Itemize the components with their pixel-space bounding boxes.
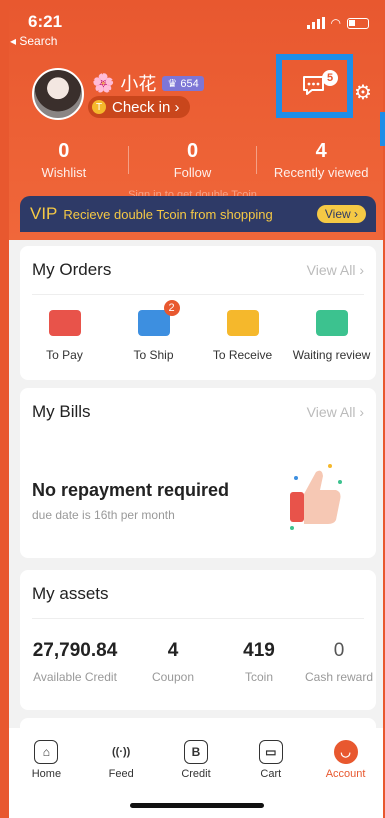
tab-home[interactable]: ⌂ Home <box>9 728 84 818</box>
assets-row: 27,790.84 Available Credit 4 Coupon 419 … <box>20 640 376 684</box>
username[interactable]: 🌸 小花 ♛ 654 <box>92 70 204 96</box>
recently-viewed-count: 4 <box>315 140 327 162</box>
waiting-review-item[interactable]: Waiting review <box>287 310 376 362</box>
orders-title: My Orders <box>32 260 112 279</box>
repayment-status: No repayment required <box>32 480 230 500</box>
cash-reward-item[interactable]: 0 Cash reward <box>302 640 376 684</box>
back-to-search-link[interactable]: ◂ Search <box>10 34 57 48</box>
tab-feed-label: Feed <box>108 768 134 780</box>
available-credit-item[interactable]: 27,790.84 Available Credit <box>20 640 130 684</box>
recently-viewed-label: Recently viewed <box>273 165 369 180</box>
home-indicator <box>130 803 264 808</box>
check-in-label: Check in › <box>112 98 180 116</box>
tcoin-value: 419 <box>243 640 275 661</box>
tab-home-label: Home <box>31 768 62 780</box>
vip-banner[interactable]: VIP Recieve double Tcoin from shopping V… <box>20 196 376 232</box>
check-in-button[interactable]: T Check in › <box>88 96 190 118</box>
recently-viewed-stat[interactable]: 4 Recently viewed <box>257 140 385 180</box>
feed-icon: ((·)) <box>112 746 131 758</box>
vip-tag: VIP <box>30 204 58 223</box>
wifi-icon: ◠ <box>330 16 341 30</box>
coupon-value: 4 <box>167 640 179 661</box>
follow-stat[interactable]: 0 Follow <box>129 140 257 180</box>
level-badge: ♛ 654 <box>162 75 204 91</box>
tcoin-item[interactable]: 419 Tcoin <box>216 640 302 684</box>
to-receive-label: To Receive <box>212 348 273 362</box>
battery-icon <box>347 17 369 29</box>
cart-icon: ▭ <box>258 740 283 764</box>
bills-view-all-link[interactable]: View All › <box>307 404 364 420</box>
status-time: 6:21 <box>28 12 63 31</box>
home-icon: ⌂ <box>34 740 59 764</box>
credit-icon: B <box>183 740 208 764</box>
available-credit-label: Available Credit <box>33 670 117 684</box>
wishlist-count: 0 <box>58 140 70 162</box>
divider <box>32 618 364 619</box>
available-credit-value: 27,790.84 <box>32 640 118 661</box>
settings-gear-icon[interactable]: ⚙ <box>354 80 372 105</box>
due-date-text: due date is 16th per month <box>32 508 175 522</box>
package-icon: 2 <box>137 300 180 336</box>
waiting-review-label: Waiting review <box>292 348 371 362</box>
cash-reward-label: Cash reward <box>304 670 374 684</box>
messages-button[interactable]: 5 <box>276 54 353 118</box>
wallet-icon <box>48 310 81 336</box>
tab-cart-label: Cart <box>260 768 282 780</box>
follow-label: Follow <box>173 165 212 180</box>
to-ship-label: To Ship <box>133 348 174 362</box>
bills-title: My Bills <box>32 402 91 421</box>
to-receive-item[interactable]: To Receive <box>198 310 287 362</box>
vip-view-button[interactable]: View › <box>316 205 366 223</box>
assets-title: My assets <box>32 584 109 603</box>
tab-account[interactable]: ◡ Account <box>308 728 383 818</box>
vip-text: Recieve double Tcoin from shopping <box>63 206 273 222</box>
review-icon <box>315 310 348 336</box>
flower-icon: 🌸 <box>92 72 115 93</box>
to-pay-label: To Pay <box>46 348 83 362</box>
to-ship-item[interactable]: 2 To Ship <box>109 300 198 362</box>
tab-account-label: Account <box>325 768 366 780</box>
tab-credit-label: Credit <box>181 768 211 780</box>
username-text: 小花 <box>120 74 157 94</box>
bills-card: My Bills View All › No repayment require… <box>20 388 376 558</box>
wishlist-label: Wishlist <box>41 165 87 180</box>
avatar[interactable] <box>32 68 84 120</box>
to-ship-badge: 2 <box>163 300 180 316</box>
signal-icon <box>306 17 325 29</box>
to-pay-item[interactable]: To Pay <box>20 310 109 362</box>
cash-reward-value: 0 <box>333 640 345 661</box>
coupon-item[interactable]: 4 Coupon <box>130 640 216 684</box>
orders-view-all-link[interactable]: View All › <box>307 262 364 278</box>
coupon-label: Coupon <box>151 670 195 684</box>
assets-card: My assets 27,790.84 Available Credit 4 C… <box>20 570 376 710</box>
truck-icon <box>226 310 259 336</box>
stats-row: 0 Wishlist 0 Follow 4 Recently viewed <box>0 140 385 180</box>
order-status-row: To Pay 2 To Ship To Receive Waiting revi… <box>20 300 376 362</box>
follow-count: 0 <box>186 140 199 162</box>
coin-icon: T <box>92 100 106 114</box>
account-icon: ◡ <box>333 740 358 764</box>
orders-card: My Orders View All › To Pay 2 To Ship To… <box>20 246 376 380</box>
message-count-badge: 5 <box>322 70 338 86</box>
divider <box>32 294 364 295</box>
tcoin-label: Tcoin <box>244 670 273 684</box>
left-border <box>0 0 9 818</box>
status-icons: ◠ <box>306 16 369 30</box>
wishlist-stat[interactable]: 0 Wishlist <box>0 140 128 180</box>
thumbs-up-icon <box>290 464 342 530</box>
